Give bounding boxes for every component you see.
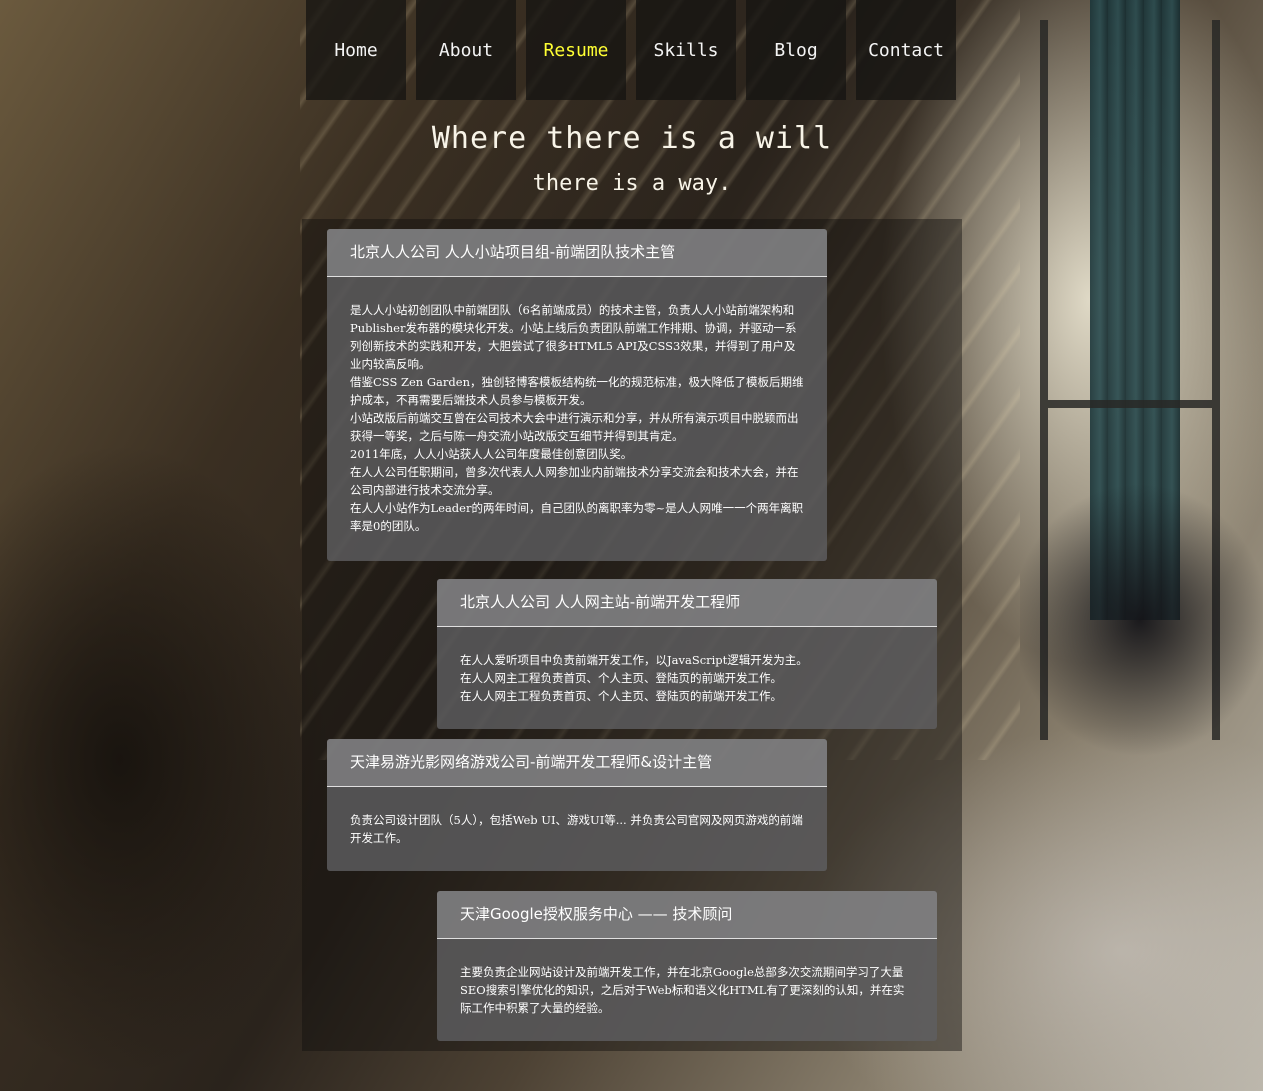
resume-card-title: 北京人人公司 人人网主站-前端开发工程师 <box>437 579 937 627</box>
nav-item-skills[interactable]: Skills <box>636 0 736 100</box>
main-nav: Home About Resume Skills Blog Contact <box>306 0 958 100</box>
resume-panel: 北京人人公司 人人小站项目组-前端团队技术主管 是人人小站初创团队中前端团队（6… <box>302 219 962 1051</box>
resume-card-paragraph: 在人人小站作为Leader的两年时间，自己团队的离职率为零~是人人网唯一一个两年… <box>350 501 804 533</box>
resume-card-renren-xiaozhan: 北京人人公司 人人小站项目组-前端团队技术主管 是人人小站初创团队中前端团队（6… <box>327 229 827 561</box>
resume-card-body: 是人人小站初创团队中前端团队（6名前端成员）的技术主管，负责人人小站前端架构和P… <box>327 277 827 561</box>
resume-card-paragraph: 小站改版后前端交互曾在公司技术大会中进行演示和分享，并从所有演示项目中脱颖而出获… <box>350 411 799 443</box>
resume-card-title: 天津易游光影网络游戏公司-前端开发工程师&设计主管 <box>327 739 827 787</box>
resume-card-body: 在人人爱听项目中负责前端开发工作，以JavaScript逻辑开发为主。 在人人网… <box>437 627 937 729</box>
resume-card-paragraph: 在人人公司任职期间，曾多次代表人人网参加业内前端技术分享交流会和技术大会，并在公… <box>350 465 799 497</box>
nav-item-home[interactable]: Home <box>306 0 406 100</box>
headline-line-1: Where there is a will <box>431 121 833 156</box>
resume-card-paragraph: 在人人爱听项目中负责前端开发工作，以JavaScript逻辑开发为主。 <box>460 653 808 667</box>
headline-line-2: there is a way. <box>532 171 732 196</box>
background-seats <box>1020 470 1263 770</box>
resume-card-paragraph: 在人人网主工程负责首页、个人主页、登陆页的前端开发工作。 <box>460 671 782 685</box>
resume-card-body: 负责公司设计团队（5人），包括Web UI、游戏UI等... 并负责公司官网及网… <box>327 787 827 871</box>
page-headline: Where there is a will there is a way. <box>306 118 958 206</box>
resume-card-renren-main: 北京人人公司 人人网主站-前端开发工程师 在人人爱听项目中负责前端开发工作，以J… <box>437 579 937 729</box>
resume-card-title: 天津Google授权服务中心 —— 技术顾问 <box>437 891 937 939</box>
resume-card-tianjin-game: 天津易游光影网络游戏公司-前端开发工程师&设计主管 负责公司设计团队（5人），包… <box>327 739 827 871</box>
resume-card-google-center: 天津Google授权服务中心 —— 技术顾问 主要负责企业网站设计及前端开发工作… <box>437 891 937 1041</box>
resume-card-paragraph: 借鉴CSS Zen Garden，独创轻博客模板结构统一化的规范标准，极大降低了… <box>350 375 804 407</box>
resume-card-paragraph: 2011年底，人人小站获人人公司年度最佳创意团队奖。 <box>350 447 633 461</box>
resume-card-paragraph: 在人人网主工程负责首页、个人主页、登陆页的前端开发工作。 <box>460 689 782 703</box>
resume-card-paragraph: 负责公司设计团队（5人），包括Web UI、游戏UI等... 并负责公司官网及网… <box>350 813 803 845</box>
nav-item-blog[interactable]: Blog <box>746 0 846 100</box>
resume-card-body: 主要负责企业网站设计及前端开发工作，并在北京Google总部多次交流期间学习了大… <box>437 939 937 1041</box>
resume-card-paragraph: 是人人小站初创团队中前端团队（6名前端成员）的技术主管，负责人人小站前端架构和P… <box>350 303 797 371</box>
resume-card-title: 北京人人公司 人人小站项目组-前端团队技术主管 <box>327 229 827 277</box>
nav-item-contact[interactable]: Contact <box>856 0 956 100</box>
resume-card-paragraph: 主要负责企业网站设计及前端开发工作，并在北京Google总部多次交流期间学习了大… <box>460 965 905 1015</box>
nav-item-resume[interactable]: Resume <box>526 0 626 100</box>
nav-item-about[interactable]: About <box>416 0 516 100</box>
